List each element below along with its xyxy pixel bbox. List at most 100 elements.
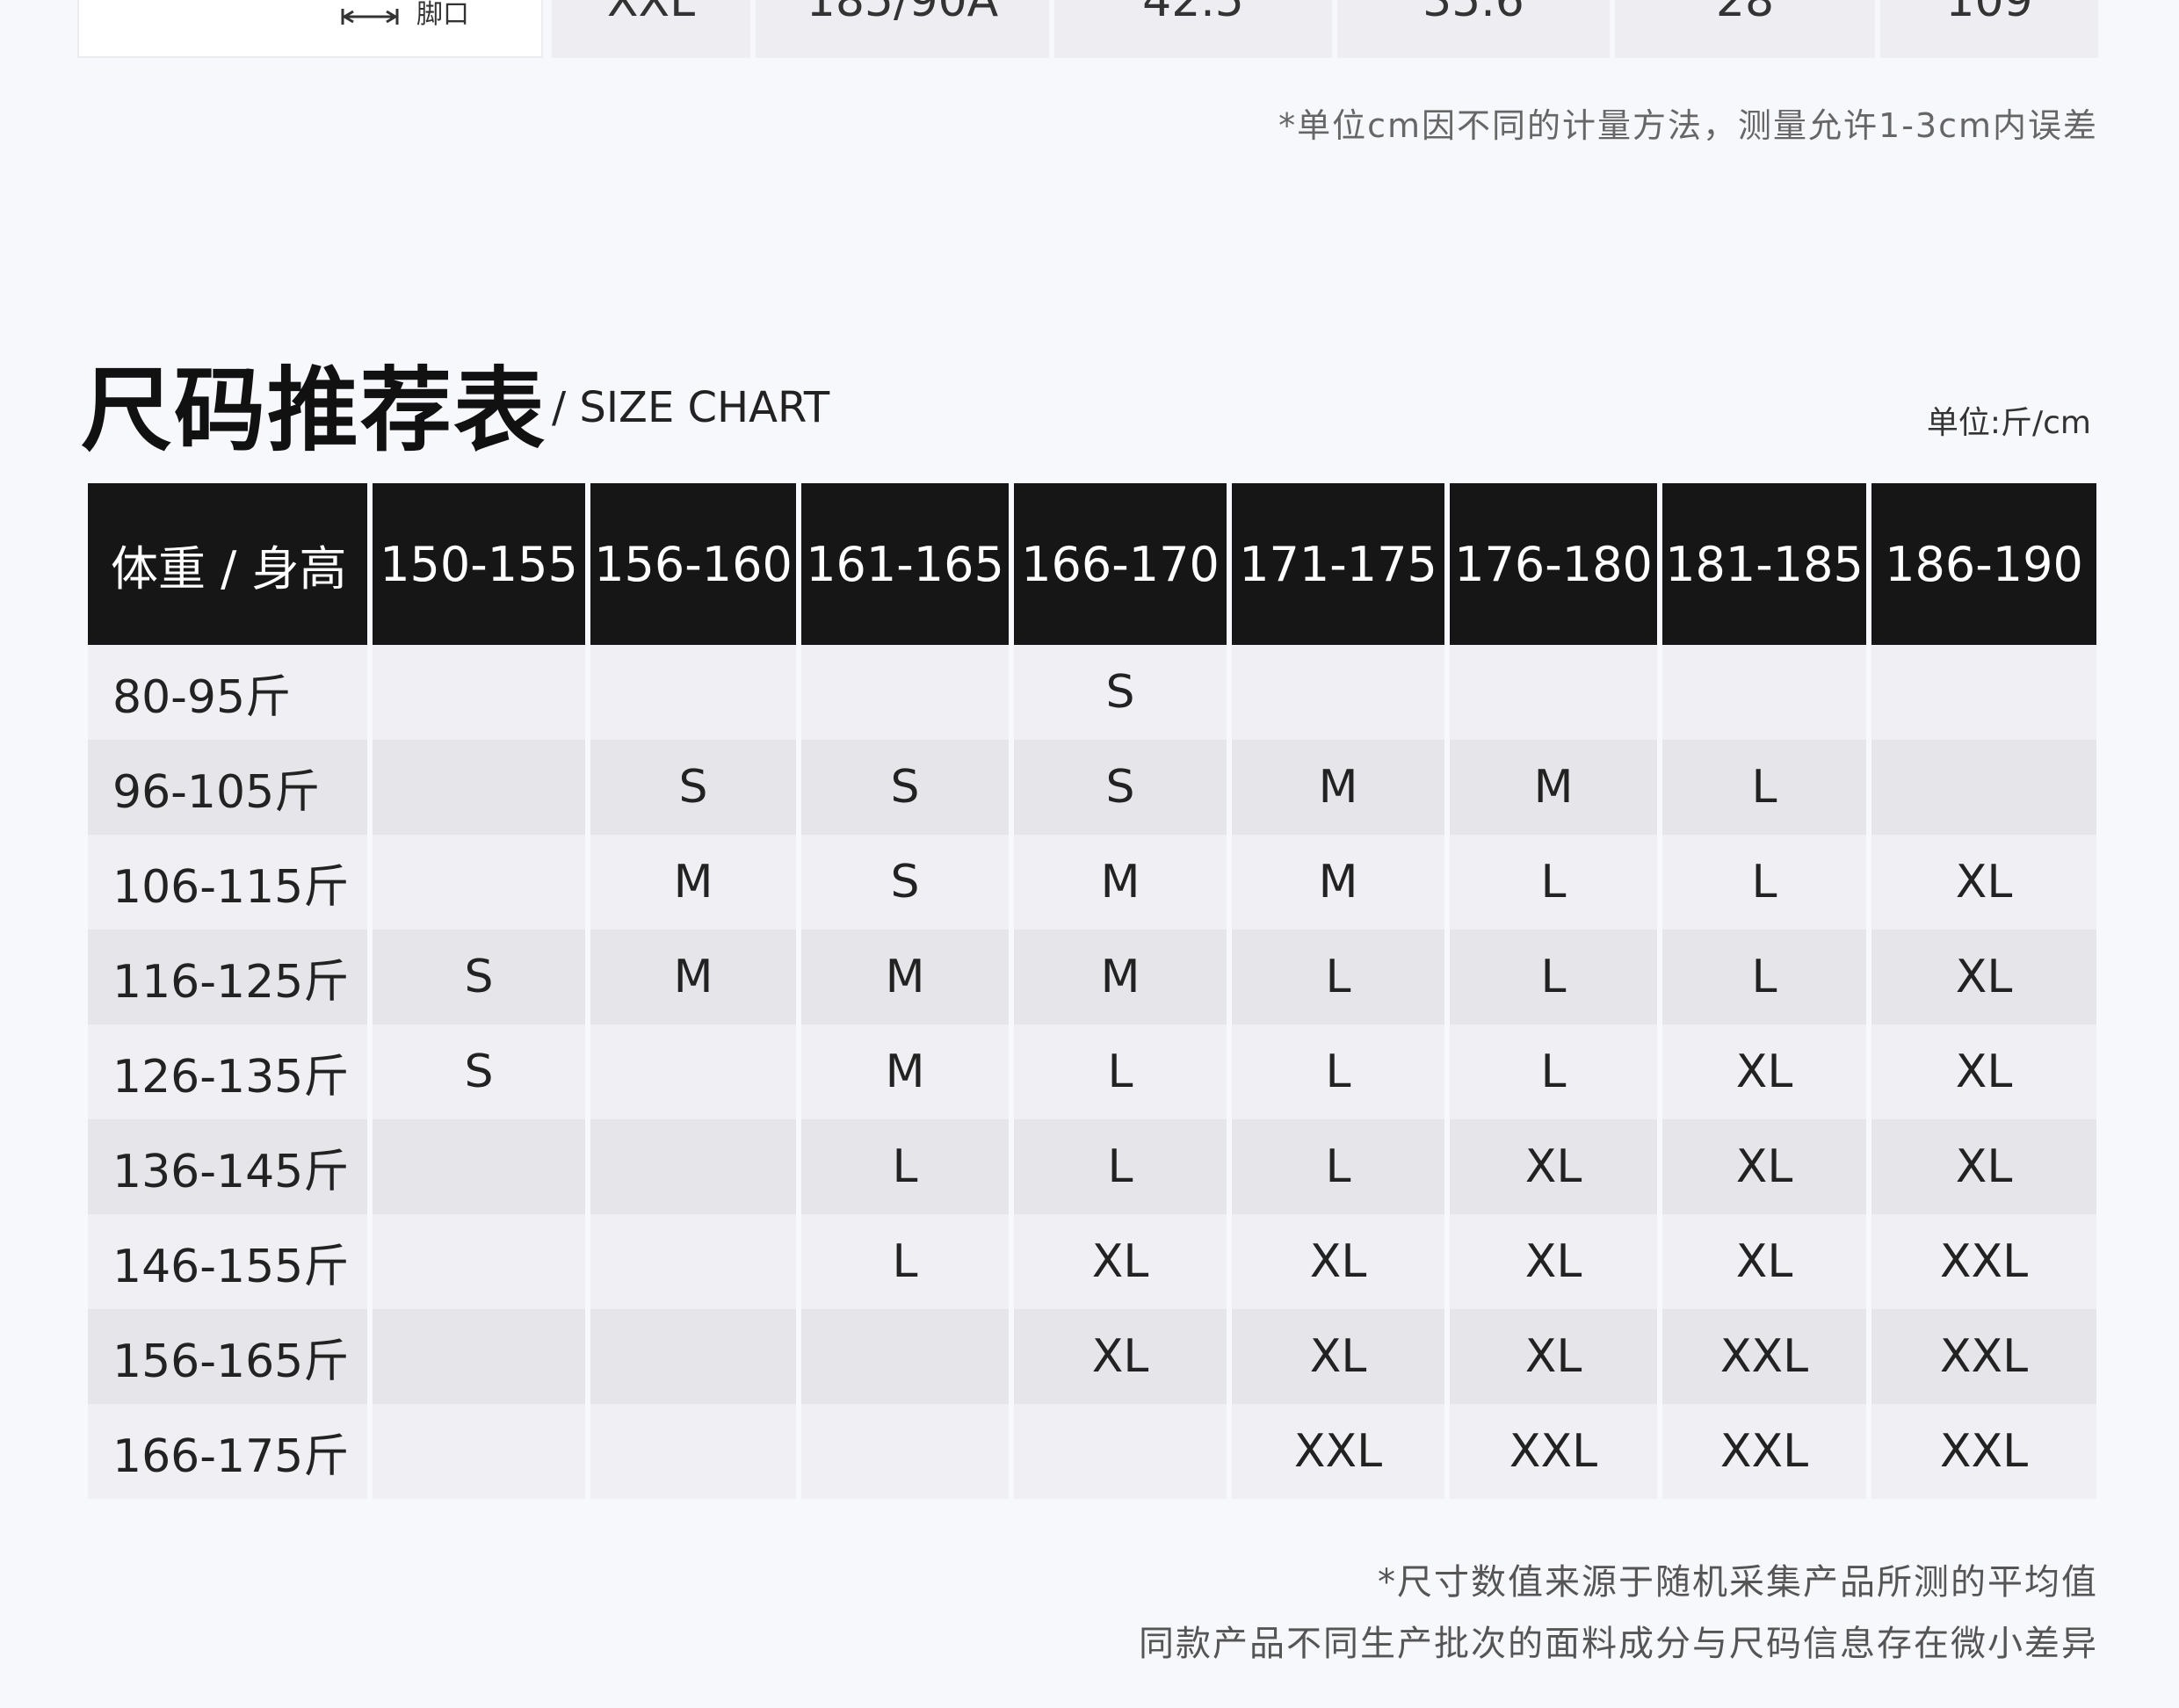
previous-measurement-table: 脚口 XXL 185/90A 42.5 35.6 28 109 [77,0,2098,60]
size-cell: L [1662,835,1866,930]
size-cell: S [1014,645,1227,740]
size-cell [801,1309,1009,1404]
average-value-note: *尺寸数值来源于随机采集产品所测的平均值 [1378,1562,2098,1603]
size-cell: S [801,835,1009,930]
ankle-label-cell: 脚口 [77,0,543,58]
table-row: 96-105斤 S S S M M L [88,740,2096,835]
size-cell: L [1014,1024,1227,1119]
size-cell [590,1024,796,1119]
size-cell: XL [1871,1119,2096,1214]
size-cell: XL [1450,1309,1657,1404]
top-cell-value: 35.6 [1337,0,1610,58]
table-row: 136-145斤 L L L XL XL XL [88,1119,2096,1214]
size-cell: S [373,1024,585,1119]
header-height-range: 176-180 [1450,483,1657,645]
row-weight-label: 126-135斤 [88,1024,367,1119]
header-weight-height: 体重 / 身高 [88,483,367,645]
size-cell: M [1232,740,1444,835]
page-title: 尺码推荐表 [81,357,547,464]
size-cell: L [1450,835,1657,930]
header-height-range: 166-170 [1014,483,1227,645]
size-cell [373,1214,585,1309]
header-height-range: 156-160 [590,483,796,645]
measurement-tolerance-note: *单位cm因不同的计量方法，测量允许1-3cm内误差 [1278,106,2098,145]
size-cell: XL [1014,1214,1227,1309]
size-cell: XL [1450,1214,1657,1309]
size-cell: L [801,1214,1009,1309]
size-cell: XL [1871,1024,2096,1119]
table-row: 126-135斤 S M L L L XL XL [88,1024,2096,1119]
size-cell: M [590,835,796,930]
size-cell [373,1404,585,1499]
size-cell: L [1232,930,1444,1024]
size-cell [373,1309,585,1404]
size-cell: XXL [1450,1404,1657,1499]
size-cell: S [590,740,796,835]
size-cell: M [1014,835,1227,930]
row-weight-label: 80-95斤 [88,645,367,740]
row-weight-label: 156-165斤 [88,1309,367,1404]
ankle-label: 脚口 [416,0,469,30]
size-cell [373,740,585,835]
size-cell [590,645,796,740]
size-cell: M [590,930,796,1024]
size-cell: L [1014,1119,1227,1214]
size-cell [590,1214,796,1309]
table-header-row: 体重 / 身高 150-155 156-160 161-165 166-170 … [88,483,2096,645]
size-cell [590,1404,796,1499]
size-cell: XL [1871,835,2096,930]
size-cell: S [1014,740,1227,835]
size-cell: L [1662,930,1866,1024]
size-cell: M [1014,930,1227,1024]
size-cell: XL [1014,1309,1227,1404]
size-cell: L [1450,930,1657,1024]
header-height-range: 150-155 [373,483,585,645]
header-height-range: 171-175 [1232,483,1444,645]
header-height-range: 186-190 [1871,483,2096,645]
size-cell: L [1232,1119,1444,1214]
page-subtitle: / SIZE CHART [552,383,830,432]
size-cell: XXL [1871,1214,2096,1309]
table-row: 146-155斤 L XL XL XL XL XXL [88,1214,2096,1309]
size-cell [801,1404,1009,1499]
size-cell [590,1309,796,1404]
table-row: 116-125斤 S M M M L L L XL [88,930,2096,1024]
size-cell: XL [1450,1119,1657,1214]
size-cell: M [801,1024,1009,1119]
size-cell [373,835,585,930]
size-cell [590,1119,796,1214]
size-cell: M [801,930,1009,1024]
batch-difference-note: 同款产品不同生产批次的面料成分与尺码信息存在微小差异 [1139,1624,2098,1664]
row-weight-label: 136-145斤 [88,1119,367,1214]
table-row: 156-165斤 XL XL XL XXL XXL [88,1309,2096,1404]
size-cell: S [373,930,585,1024]
size-cell: S [801,740,1009,835]
size-cell: L [1450,1024,1657,1119]
size-cell: XL [1232,1214,1444,1309]
row-weight-label: 146-155斤 [88,1214,367,1309]
size-cell [801,645,1009,740]
row-weight-label: 166-175斤 [88,1404,367,1499]
row-weight-label: 106-115斤 [88,835,367,930]
size-cell: XXL [1871,1309,2096,1404]
size-cell [373,645,585,740]
top-cell-value: 109 [1880,0,2098,58]
size-cell: L [1662,740,1866,835]
size-cell: XL [1232,1309,1444,1404]
row-weight-label: 116-125斤 [88,930,367,1024]
size-cell [1014,1404,1227,1499]
size-cell [1662,645,1866,740]
size-cell: L [801,1119,1009,1214]
size-cell: M [1450,740,1657,835]
size-cell [1232,645,1444,740]
width-measure-icon [341,9,399,25]
size-cell: XXL [1871,1404,2096,1499]
size-cell [1871,740,2096,835]
top-cell-spec: 185/90A [756,0,1049,58]
size-cell: XL [1871,930,2096,1024]
top-cell-value: 42.5 [1054,0,1332,58]
header-height-range: 161-165 [801,483,1009,645]
size-cell [1871,645,2096,740]
unit-label: 单位:斤/cm [1926,405,2091,441]
size-cell [373,1119,585,1214]
